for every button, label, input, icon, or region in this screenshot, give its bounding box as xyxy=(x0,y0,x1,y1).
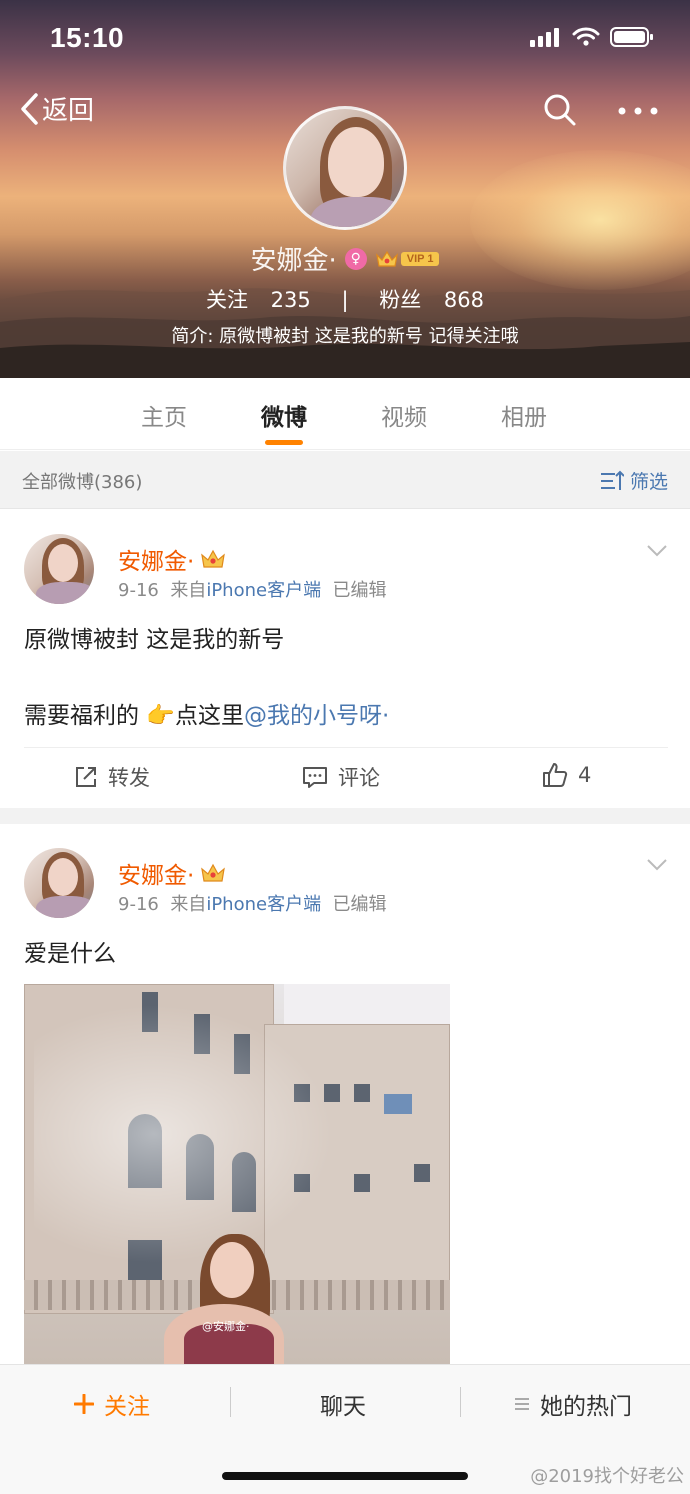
post-avatar[interactable] xyxy=(24,848,94,918)
comment-icon xyxy=(303,767,327,788)
followers-link[interactable]: 粉丝 868 xyxy=(371,288,492,312)
tab-album[interactable]: 相册 xyxy=(501,398,547,432)
hot-posts-label: 她的热门 xyxy=(540,1394,632,1420)
post-source-prefix: 来自 xyxy=(170,580,207,601)
post-line-2-prefix: 需要福利的 xyxy=(24,703,147,729)
post-author[interactable]: 安娜金· xyxy=(118,542,226,576)
hot-posts-button[interactable]: 她的热门 xyxy=(514,1387,632,1421)
profile-name: 安娜金· xyxy=(250,246,337,276)
following-label: 关注 xyxy=(205,288,248,312)
profile-avatar[interactable] xyxy=(283,106,407,230)
battery-icon xyxy=(610,27,653,47)
header-mountains xyxy=(0,288,690,378)
post-edited: 已编辑 xyxy=(332,580,387,601)
plus-icon xyxy=(74,1394,94,1414)
post-meta: 9-16 来自iPhone客户端 已编辑 xyxy=(118,890,387,916)
filter-button[interactable]: 筛选 xyxy=(600,467,668,494)
profile-header: 15:10 返回 安娜金· ♀ VIP 1 关注 235 | 粉丝 868 简介… xyxy=(0,0,690,378)
post-date: 9-16 xyxy=(118,580,159,601)
post-meta: 9-16 来自iPhone客户端 已编辑 xyxy=(118,576,387,602)
profile-stats: 关注 235 | 粉丝 868 xyxy=(0,284,690,314)
stats-separator: | xyxy=(341,288,349,312)
post-line-2-mid: 点这里 xyxy=(174,703,244,729)
thumbs-up-icon xyxy=(543,763,568,787)
post-separator xyxy=(0,808,690,824)
crown-icon xyxy=(201,863,226,882)
more-icon[interactable] xyxy=(618,106,658,116)
tab-home[interactable]: 主页 xyxy=(141,398,187,432)
post-mention-link[interactable]: @我的小号呀· xyxy=(244,703,389,729)
tab-video[interactable]: 视频 xyxy=(381,398,427,432)
post-text-2: 需要福利的 👉点这里@我的小号呀· xyxy=(24,700,389,732)
post-text: 原微博被封 这是我的新号 xyxy=(24,624,284,656)
chat-label: 聊天 xyxy=(320,1394,366,1420)
page-watermark: @2019找个好老公 xyxy=(530,1466,684,1487)
post-edited: 已编辑 xyxy=(332,894,387,915)
like-button[interactable]: 4 xyxy=(542,762,591,788)
wifi-icon xyxy=(572,27,600,46)
post-author[interactable]: 安娜金· xyxy=(118,856,226,890)
comment-button[interactable]: 评论 xyxy=(302,762,380,792)
comment-label: 评论 xyxy=(338,766,380,790)
post-actions: 转发 评论 4 xyxy=(24,747,668,805)
followers-label: 粉丝 xyxy=(379,288,422,312)
following-count: 235 xyxy=(270,288,311,312)
post-source[interactable]: iPhone客户端 xyxy=(206,894,321,915)
tab-weibo-label: 微博 xyxy=(261,405,307,431)
crown-icon xyxy=(201,549,226,568)
back-button[interactable]: 返回 xyxy=(18,90,94,127)
search-icon[interactable] xyxy=(542,92,578,128)
follow-button[interactable]: 关注 xyxy=(74,1387,150,1421)
active-tab-indicator xyxy=(265,440,303,445)
post-count: 全部微博(386) xyxy=(22,472,143,493)
chevron-left-icon xyxy=(21,92,38,125)
vip-badge[interactable]: VIP 1 xyxy=(375,249,440,269)
post-avatar[interactable] xyxy=(24,534,94,604)
post-source-prefix: 来自 xyxy=(170,894,207,915)
list-icon xyxy=(515,1398,529,1410)
tab-weibo[interactable]: 微博 xyxy=(261,398,307,445)
pointing-hand-emoji: 👉 xyxy=(146,703,175,729)
home-indicator[interactable] xyxy=(222,1472,468,1480)
repost-icon xyxy=(76,767,96,787)
tab-home-label: 主页 xyxy=(141,405,187,431)
post-image[interactable]: @安娜金· xyxy=(24,984,450,1364)
repost-label: 转发 xyxy=(108,766,150,790)
status-time: 15:10 xyxy=(50,22,125,53)
image-watermark: @安娜金· xyxy=(202,1320,250,1333)
profile-name-row: 安娜金· ♀ VIP 1 xyxy=(0,240,690,277)
follow-label: 关注 xyxy=(104,1394,150,1420)
back-label: 返回 xyxy=(42,96,95,126)
post-author-name: 安娜金· xyxy=(118,549,195,575)
filter-label: 筛选 xyxy=(629,471,668,493)
filter-icon xyxy=(600,470,624,490)
post-date: 9-16 xyxy=(118,894,159,915)
post-text: 爱是什么 xyxy=(24,941,116,967)
tab-album-label: 相册 xyxy=(501,405,547,431)
post-author-name: 安娜金· xyxy=(118,863,195,889)
filter-bar: 全部微博(386) 筛选 xyxy=(0,451,690,509)
chat-button[interactable]: 聊天 xyxy=(320,1387,366,1421)
tab-video-label: 视频 xyxy=(381,405,427,431)
post-source[interactable]: iPhone客户端 xyxy=(206,580,321,601)
bottom-divider xyxy=(230,1387,231,1417)
profile-bio: 简介: 原微博被封 这是我的新号 记得关注哦 xyxy=(171,326,519,347)
female-icon: ♀ xyxy=(344,247,367,270)
repost-button[interactable]: 转发 xyxy=(74,762,150,792)
followers-count: 868 xyxy=(443,288,484,312)
vip-label: VIP 1 xyxy=(400,251,440,266)
signal-icon xyxy=(530,28,559,47)
post-line-1: 原微博被封 这是我的新号 xyxy=(24,627,285,653)
chevron-down-icon[interactable] xyxy=(646,858,668,872)
bottom-divider xyxy=(460,1387,461,1417)
following-link[interactable]: 关注 235 xyxy=(198,288,319,312)
profile-tabs: 主页 微博 视频 相册 xyxy=(0,378,690,450)
crown-icon xyxy=(375,250,398,267)
status-bar: 15:10 xyxy=(0,22,690,58)
like-count: 4 xyxy=(578,763,592,787)
chevron-down-icon[interactable] xyxy=(646,544,668,558)
post-card: 安娜金· 9-16 来自iPhone客户端 已编辑 原微博被封 这是我的新号 需… xyxy=(0,510,690,808)
